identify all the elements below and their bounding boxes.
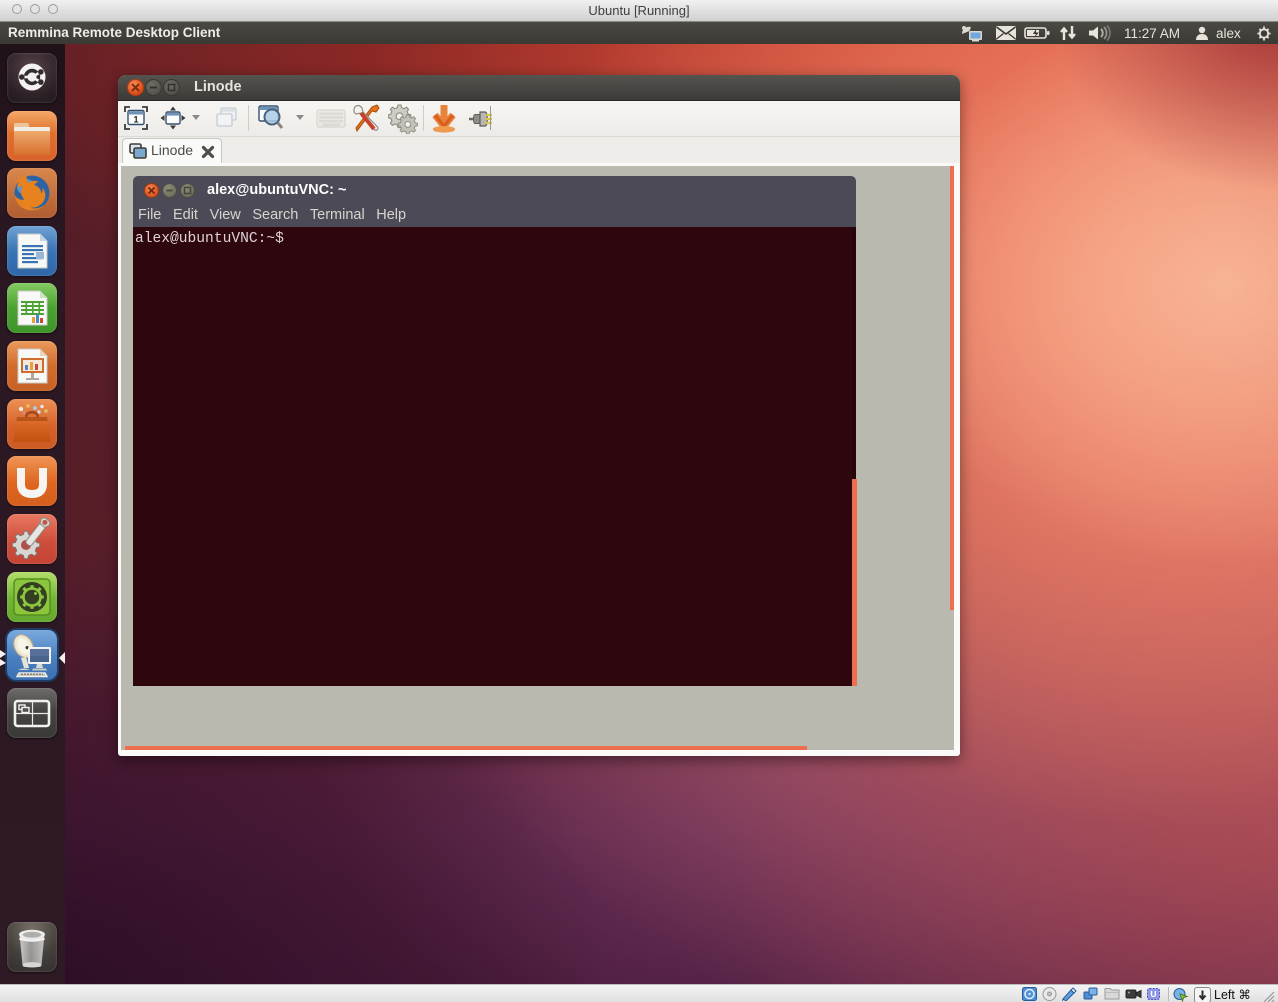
svg-text:1: 1 [133, 115, 138, 125]
svg-text:U: U [1150, 989, 1156, 999]
